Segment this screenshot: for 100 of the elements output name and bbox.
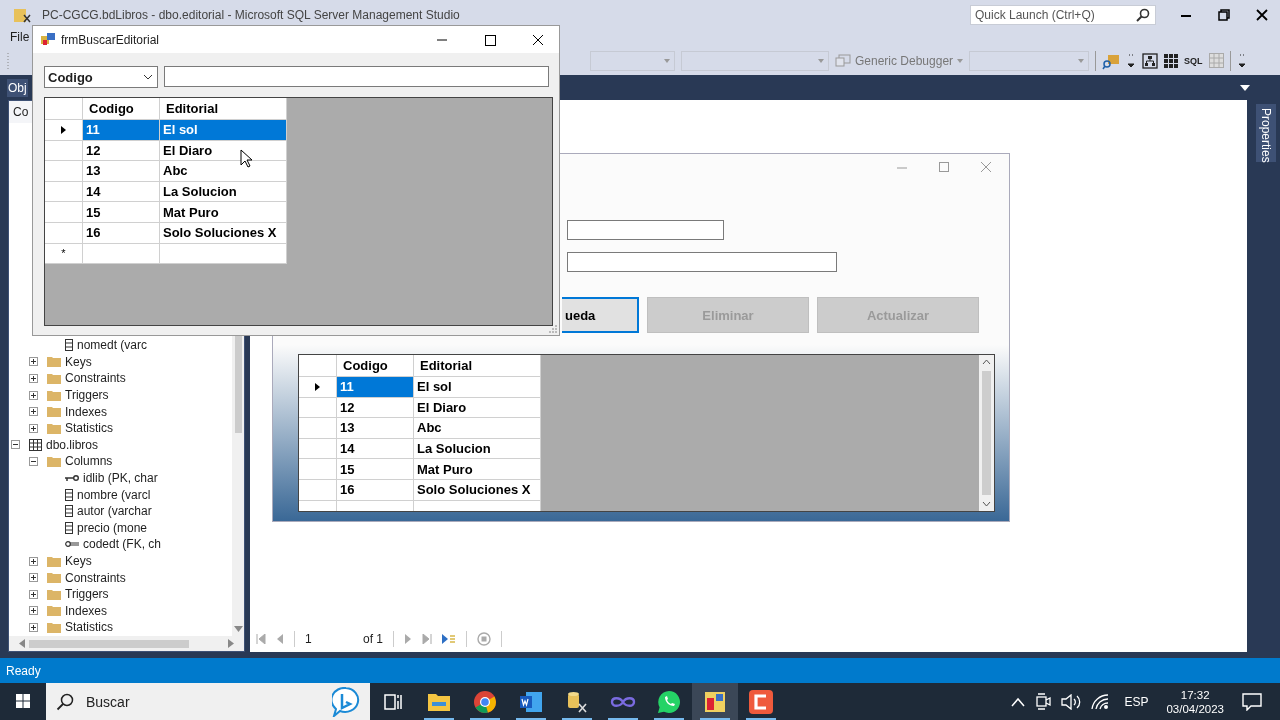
grid-icon[interactable] xyxy=(1164,53,1179,68)
language-indicator[interactable]: ESP xyxy=(1124,694,1149,709)
column-header[interactable]: Codigo xyxy=(83,98,160,120)
table-cell[interactable]: 13 xyxy=(83,161,160,182)
tree-item[interactable]: Statistics xyxy=(65,620,113,635)
tree-item[interactable]: Statistics xyxy=(65,421,113,436)
column-header[interactable]: Codigo xyxy=(337,355,414,377)
collapse-icon[interactable] xyxy=(29,456,38,466)
expand-icon[interactable] xyxy=(29,556,38,566)
table-cell[interactable]: 15 xyxy=(337,459,414,480)
tree-item[interactable]: dbo.libros xyxy=(46,437,99,452)
connect-button[interactable]: Co xyxy=(13,105,29,119)
chevron-up-icon[interactable] xyxy=(1011,696,1026,707)
tree-item[interactable]: Keys xyxy=(65,554,92,568)
search-field[interactable] xyxy=(164,66,549,87)
expand-icon[interactable] xyxy=(29,374,38,383)
table-cell[interactable]: 16 xyxy=(83,222,160,244)
table-cell[interactable]: Abc xyxy=(160,161,287,182)
expand-icon[interactable] xyxy=(29,407,38,417)
table-cell[interactable]: 12 xyxy=(337,397,414,419)
tree-item[interactable]: nomedt (varc xyxy=(77,338,148,353)
table-cell[interactable]: 11 xyxy=(83,120,160,141)
expand-icon[interactable] xyxy=(29,606,38,616)
tree-item[interactable]: autor (varchar xyxy=(77,504,152,519)
table-cell[interactable]: Abc xyxy=(414,418,541,439)
table-cell[interactable]: Mat Puro xyxy=(160,202,287,223)
column-header[interactable]: Editorial xyxy=(160,98,287,120)
column-header[interactable]: Editorial xyxy=(414,355,541,377)
resize-grip[interactable] xyxy=(549,325,557,333)
scroll-down-icon[interactable] xyxy=(233,626,243,632)
table-cell[interactable]: 16 xyxy=(337,479,414,501)
text-field[interactable] xyxy=(567,252,837,272)
tree-item[interactable]: Indexes xyxy=(65,404,108,419)
table-cell[interactable]: Solo Soluciones X xyxy=(414,479,541,501)
scrollbar[interactable] xyxy=(9,636,244,651)
scroll-right-icon[interactable] xyxy=(228,639,234,648)
table-cell[interactable]: El sol xyxy=(160,120,287,141)
wifi-icon[interactable] xyxy=(1091,693,1110,710)
taskbar-button[interactable] xyxy=(692,683,738,720)
clock[interactable]: 17:32 03/04/2023 xyxy=(1166,688,1224,715)
tree-item[interactable]: Columns xyxy=(65,454,113,469)
text-field[interactable] xyxy=(567,220,724,240)
scrollbar-thumb[interactable] xyxy=(982,371,991,495)
row-header[interactable] xyxy=(299,377,337,398)
scroll-up-icon[interactable] xyxy=(982,359,991,365)
table-cell[interactable]: 15 xyxy=(83,202,160,223)
table-cell[interactable]: Mat Puro xyxy=(414,459,541,480)
tree-item[interactable]: codedt (FK, ch xyxy=(83,537,162,552)
table-cell[interactable]: El Diaro xyxy=(414,397,541,419)
panel-tab[interactable]: Obj xyxy=(7,78,28,97)
new-row-icon[interactable] xyxy=(442,634,456,644)
bing-icon[interactable] xyxy=(332,686,360,717)
table-cell[interactable]: 14 xyxy=(83,181,160,203)
scrollbar-thumb[interactable] xyxy=(29,639,189,648)
table-cell[interactable]: 12 xyxy=(83,140,160,162)
diagram-icon[interactable] xyxy=(1142,52,1159,69)
camera-icon[interactable] xyxy=(1035,691,1052,712)
tree-item[interactable]: Triggers xyxy=(65,587,109,602)
quick-launch-field[interactable]: Quick Launch (Ctrl+Q) xyxy=(970,5,1156,25)
table-cell[interactable]: La Solucion xyxy=(160,181,287,203)
expand-icon[interactable] xyxy=(29,423,38,433)
tree-item[interactable]: idlib (PK, char xyxy=(83,471,158,486)
filter-dropdown[interactable]: Codigo xyxy=(44,66,158,88)
expand-icon[interactable] xyxy=(29,589,38,599)
scroll-down-icon[interactable] xyxy=(982,501,991,507)
tree-item[interactable]: Constraints xyxy=(65,570,126,585)
tree-item[interactable]: Triggers xyxy=(65,388,109,403)
scrollbar[interactable] xyxy=(979,355,994,511)
overflow-icon[interactable] xyxy=(1126,51,1137,70)
table-cell[interactable]: La Solucion xyxy=(414,438,541,460)
panel-tab[interactable]: Properties xyxy=(1256,104,1276,162)
expand-icon[interactable] xyxy=(29,573,38,583)
search-field[interactable]: Buscar xyxy=(84,692,322,711)
toolbar-grip[interactable] xyxy=(6,51,10,70)
collapse-icon[interactable] xyxy=(11,440,20,450)
notification-icon[interactable] xyxy=(1242,692,1262,711)
tree-item[interactable]: Constraints xyxy=(65,371,126,386)
search-box[interactable]: Buscar xyxy=(46,683,370,720)
scroll-left-icon[interactable] xyxy=(19,639,25,648)
table-cell[interactable]: 13 xyxy=(337,418,414,439)
tree-item[interactable]: Indexes xyxy=(65,603,108,618)
table-cell[interactable]: 14 xyxy=(337,438,414,460)
table-cell[interactable]: 11 xyxy=(337,377,414,398)
form-button[interactable]: ueda xyxy=(562,297,639,333)
menu-item[interactable]: File xyxy=(10,30,30,46)
page-field[interactable]: 1 xyxy=(305,632,353,646)
table-cell[interactable]: Solo Soluciones X xyxy=(160,222,287,244)
expand-icon[interactable] xyxy=(29,357,38,367)
tree-item[interactable]: precio (mone xyxy=(77,520,148,535)
dropdown-arrow-icon[interactable] xyxy=(1240,84,1250,91)
sql-button[interactable]: SQL xyxy=(1184,55,1203,66)
row-header[interactable] xyxy=(45,120,83,141)
scrollbar-thumb[interactable] xyxy=(234,333,242,433)
tree-item[interactable]: nombre (varcl xyxy=(77,487,151,502)
table-cell[interactable]: El sol xyxy=(414,377,541,398)
tree-item[interactable]: Keys xyxy=(65,354,92,369)
volume-icon[interactable] xyxy=(1061,693,1082,710)
expand-icon[interactable] xyxy=(29,622,38,632)
search-icon[interactable] xyxy=(1136,8,1150,22)
expand-icon[interactable] xyxy=(29,390,38,400)
